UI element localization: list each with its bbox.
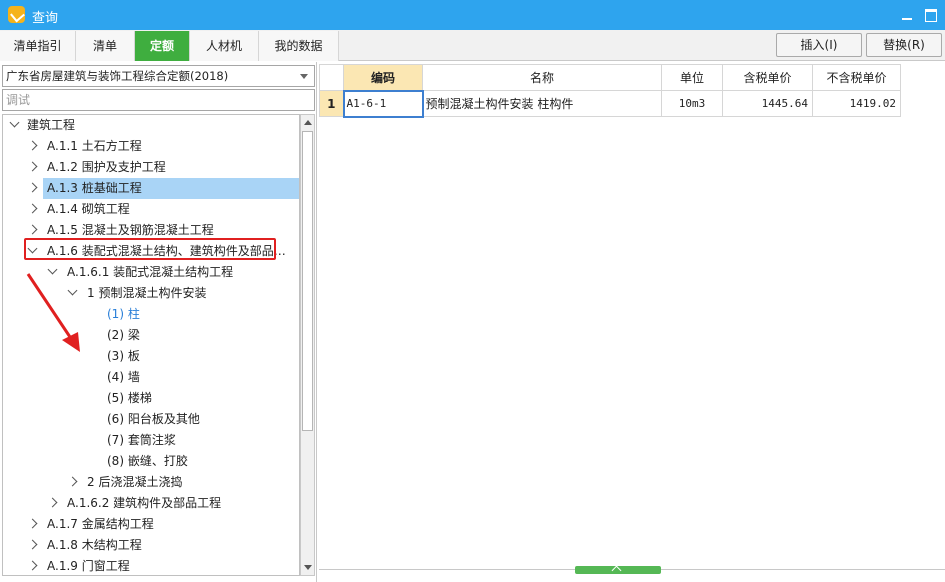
grid-corner xyxy=(319,64,344,91)
chevron-right-icon[interactable] xyxy=(27,140,38,151)
scroll-up-icon[interactable] xyxy=(304,120,312,125)
replace-button[interactable]: 替换(R) xyxy=(866,33,942,57)
quota-library-value: 广东省房屋建筑与装饰工程综合定额(2018) xyxy=(6,69,229,83)
tab-list-guide[interactable]: 清单指引 xyxy=(0,31,76,61)
column-header-notax-price[interactable]: 不含税单价 xyxy=(812,64,901,91)
panel-expand-handle[interactable] xyxy=(575,566,661,574)
chevron-right-icon[interactable] xyxy=(27,560,38,571)
search-input[interactable]: 调试 xyxy=(2,89,315,111)
scroll-down-icon[interactable] xyxy=(304,565,312,570)
tree-item[interactable]: 建筑工程 xyxy=(3,115,299,136)
grid-header-row: 编码 名称 单位 含税单价 不含税单价 xyxy=(319,64,901,91)
cell-name[interactable]: 预制混凝土构件安装 柱构件 xyxy=(422,90,662,117)
title-bar: 查询 xyxy=(0,0,945,30)
tree-item-label: (7) 套筒注浆 xyxy=(107,433,176,447)
results-grid: 编码 名称 单位 含税单价 不含税单价 1 A1-6-1 预制混凝土构件安装 柱… xyxy=(319,64,901,118)
tree-item[interactable]: A.1.7 金属结构工程 xyxy=(3,514,299,535)
tree-item-label: (1) 柱 xyxy=(107,307,140,321)
chevron-right-icon[interactable] xyxy=(67,476,78,487)
tree-item[interactable]: 2 后浇混凝土浇捣 xyxy=(3,472,299,493)
tree-item-label: 1 预制混凝土构件安装 xyxy=(87,286,207,300)
tree-item-label: A.1.9 门窗工程 xyxy=(47,559,130,573)
tree-item-label: (2) 梁 xyxy=(107,328,140,342)
minimize-icon[interactable] xyxy=(897,5,917,25)
chevron-right-icon[interactable] xyxy=(27,182,38,193)
app-logo-icon xyxy=(8,6,25,23)
column-header-tax-price[interactable]: 含税单价 xyxy=(722,64,813,91)
tree-scrollbar[interactable] xyxy=(300,114,315,576)
annotation-arrow-icon xyxy=(26,273,80,352)
tree-item[interactable]: (5) 楼梯 xyxy=(3,388,299,409)
chevron-down-icon[interactable] xyxy=(9,117,20,128)
chevron-right-icon[interactable] xyxy=(47,497,58,508)
column-header-unit[interactable]: 单位 xyxy=(661,64,723,91)
tree-item-label: (5) 楼梯 xyxy=(107,391,152,405)
column-header-name[interactable]: 名称 xyxy=(422,64,662,91)
tree-item-label: 建筑工程 xyxy=(27,118,76,132)
window-title: 查询 xyxy=(32,11,59,26)
chevron-right-icon[interactable] xyxy=(27,518,38,529)
chevron-right-icon[interactable] xyxy=(27,539,38,550)
tree-item-label: (8) 嵌缝、打胶 xyxy=(107,454,188,468)
tree-item[interactable]: A.1.4 砌筑工程 xyxy=(3,199,299,220)
row-number: 1 xyxy=(319,90,344,117)
tree-item[interactable]: (7) 套筒注浆 xyxy=(3,430,299,451)
tree-item[interactable]: A.1.8 木结构工程 xyxy=(3,535,299,556)
tree-item-label: A.1.6.2 建筑构件及部品工程 xyxy=(67,496,222,510)
tree-item-label: 2 后浇混凝土浇捣 xyxy=(87,475,183,489)
maximize-icon[interactable] xyxy=(921,5,941,25)
tree-item-label: A.1.7 金属结构工程 xyxy=(47,517,154,531)
chevron-right-icon[interactable] xyxy=(27,161,38,172)
tab-bar: 清单指引 清单 定额 人材机 我的数据 插入(I) 替换(R) xyxy=(0,30,945,61)
cell-tax-price[interactable]: 1445.64 xyxy=(722,90,813,117)
tree-item-label: A.1.8 木结构工程 xyxy=(47,538,142,552)
annotation-highlight-box xyxy=(24,238,276,260)
tab-labor-material[interactable]: 人材机 xyxy=(190,31,259,61)
tree-item-label: A.1.3 桩基础工程 xyxy=(47,181,142,195)
chevron-right-icon[interactable] xyxy=(27,224,38,235)
tree-item[interactable]: (6) 阳台板及其他 xyxy=(3,409,299,430)
cell-notax-price[interactable]: 1419.02 xyxy=(812,90,901,117)
tree-item-label: (6) 阳台板及其他 xyxy=(107,412,200,426)
tree-item-label: (4) 墙 xyxy=(107,370,140,384)
tree-item[interactable]: (8) 嵌缝、打胶 xyxy=(3,451,299,472)
tree-item-label: A.1.6.1 装配式混凝土结构工程 xyxy=(67,265,234,279)
tree-item[interactable]: A.1.9 门窗工程 xyxy=(3,556,299,575)
tree-item[interactable]: (4) 墙 xyxy=(3,367,299,388)
tree-item[interactable]: A.1.1 土石方工程 xyxy=(3,136,299,157)
quota-library-select[interactable]: 广东省房屋建筑与装饰工程综合定额(2018) xyxy=(2,65,315,87)
tree-item-label: A.1.4 砌筑工程 xyxy=(47,202,130,216)
tab-list[interactable]: 清单 xyxy=(76,31,135,61)
chevron-right-icon[interactable] xyxy=(27,203,38,214)
tree-item-label: (3) 板 xyxy=(107,349,140,363)
insert-button[interactable]: 插入(I) xyxy=(776,33,862,57)
cell-code[interactable]: A1-6-1 xyxy=(342,89,424,118)
tree-item[interactable]: A.1.6.2 建筑构件及部品工程 xyxy=(3,493,299,514)
tree-item-label: A.1.2 围护及支护工程 xyxy=(47,160,166,174)
tab-quota[interactable]: 定额 xyxy=(135,31,190,61)
chevron-down-icon xyxy=(300,74,308,79)
tree-item-label: A.1.1 土石方工程 xyxy=(47,139,142,153)
tree-item[interactable]: A.1.2 围护及支护工程 xyxy=(3,157,299,178)
scrollbar-thumb[interactable] xyxy=(302,131,313,431)
cell-unit[interactable]: 10m3 xyxy=(661,90,723,117)
column-header-code[interactable]: 编码 xyxy=(343,64,423,91)
tab-my-data[interactable]: 我的数据 xyxy=(259,31,339,61)
tree-item-highlighted[interactable]: A.1.3 桩基础工程 xyxy=(3,178,299,199)
table-row[interactable]: 1 A1-6-1 预制混凝土构件安装 柱构件 10m3 1445.64 1419… xyxy=(319,89,901,118)
